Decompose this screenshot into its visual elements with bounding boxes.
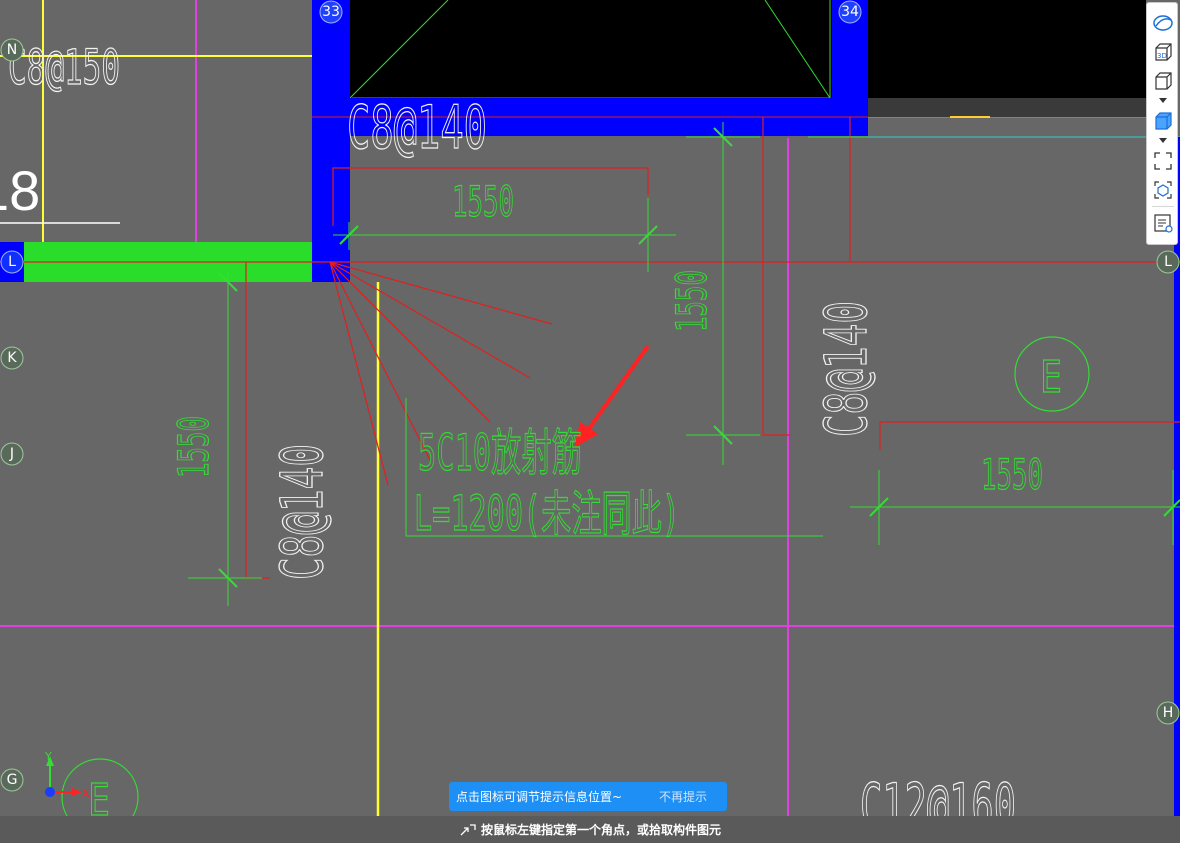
dimension-text-top: 1550 — [452, 177, 514, 226]
svg-text:G: G — [7, 772, 18, 788]
hint-banner: 点击图标可调节提示信息位置~ 不再提示 — [449, 782, 727, 811]
chevron-down-icon[interactable] — [1159, 138, 1167, 144]
cursor-corner-icon — [460, 823, 476, 835]
rebar-label-top-left: C8@150 — [8, 40, 120, 96]
svg-text:33: 33 — [322, 4, 340, 20]
svg-text:34: 34 — [841, 4, 859, 20]
axis-bubble-34[interactable]: 34 — [838, 0, 862, 24]
axis-bubble-G[interactable]: G — [0, 768, 24, 792]
axis-bubble-N[interactable]: N — [0, 38, 24, 62]
dimension-text-right-vertical: 1550 — [667, 270, 716, 332]
dimension-text-right-horizontal: 1550 — [981, 450, 1043, 499]
component-icon[interactable] — [1151, 178, 1175, 202]
orbit-icon[interactable] — [1151, 11, 1175, 35]
axis-bubble-L-left[interactable]: L — [0, 250, 24, 274]
axis-bubble-33[interactable]: 33 — [319, 0, 343, 24]
opening-strip — [868, 0, 1146, 98]
beam-strip — [868, 98, 1146, 117]
large-number: 18 — [0, 159, 40, 222]
hint-message: 点击图标可调节提示信息位置~ — [456, 790, 623, 804]
svg-text:3D: 3D — [1157, 52, 1167, 60]
dimension-text-left-vertical: 1550 — [169, 416, 218, 478]
dont-show-again-button[interactable]: 不再提示 — [659, 788, 707, 805]
svg-text:H: H — [1163, 705, 1174, 721]
svg-text:Y: Y — [44, 750, 52, 763]
svg-text:J: J — [9, 446, 14, 462]
axis-bubble-J[interactable]: J — [0, 442, 24, 466]
rebar-label-left-vertical: C8@140 — [268, 444, 336, 580]
opening-area — [350, 0, 832, 98]
rebar-label-right-vertical: C8@140 — [812, 301, 880, 437]
box-wireframe-icon[interactable] — [1151, 69, 1175, 93]
svg-text:E: E — [1040, 352, 1062, 403]
chevron-down-icon[interactable] — [1159, 98, 1167, 104]
axis-bubble-K[interactable]: K — [0, 346, 24, 370]
fullscreen-icon[interactable] — [1151, 149, 1175, 173]
radial-note-line1: 5C10放射筋 — [418, 424, 582, 482]
svg-text:L: L — [1164, 254, 1172, 270]
svg-text:X: X — [82, 787, 90, 800]
axis-bubble-H[interactable]: H — [1156, 701, 1180, 725]
svg-text:N: N — [7, 42, 17, 58]
box-solid-icon[interactable] — [1151, 109, 1175, 133]
cad-canvas[interactable]: C8@150 C8@140 C8@140 C8@140 C12@160 18 1… — [0, 0, 1180, 843]
svg-text:L: L — [8, 254, 16, 270]
3d-view-icon[interactable]: 3D — [1151, 40, 1175, 64]
radial-note-line2: L=1200(未注同此) — [414, 486, 680, 542]
rebar-label-top-center: C8@140 — [347, 93, 487, 163]
command-prompt-text: 按鼠标左键指定第一个角点，或拾取构件图元 — [480, 823, 721, 837]
view-toolbar: 3D — [1146, 2, 1178, 245]
property-list-icon[interactable] — [1151, 211, 1175, 235]
command-prompt-bar[interactable]: 按鼠标左键指定第一个角点，或拾取构件图元 — [0, 816, 1180, 843]
svg-text:K: K — [7, 350, 17, 366]
axis-bubble-L-right[interactable]: L — [1156, 250, 1180, 274]
